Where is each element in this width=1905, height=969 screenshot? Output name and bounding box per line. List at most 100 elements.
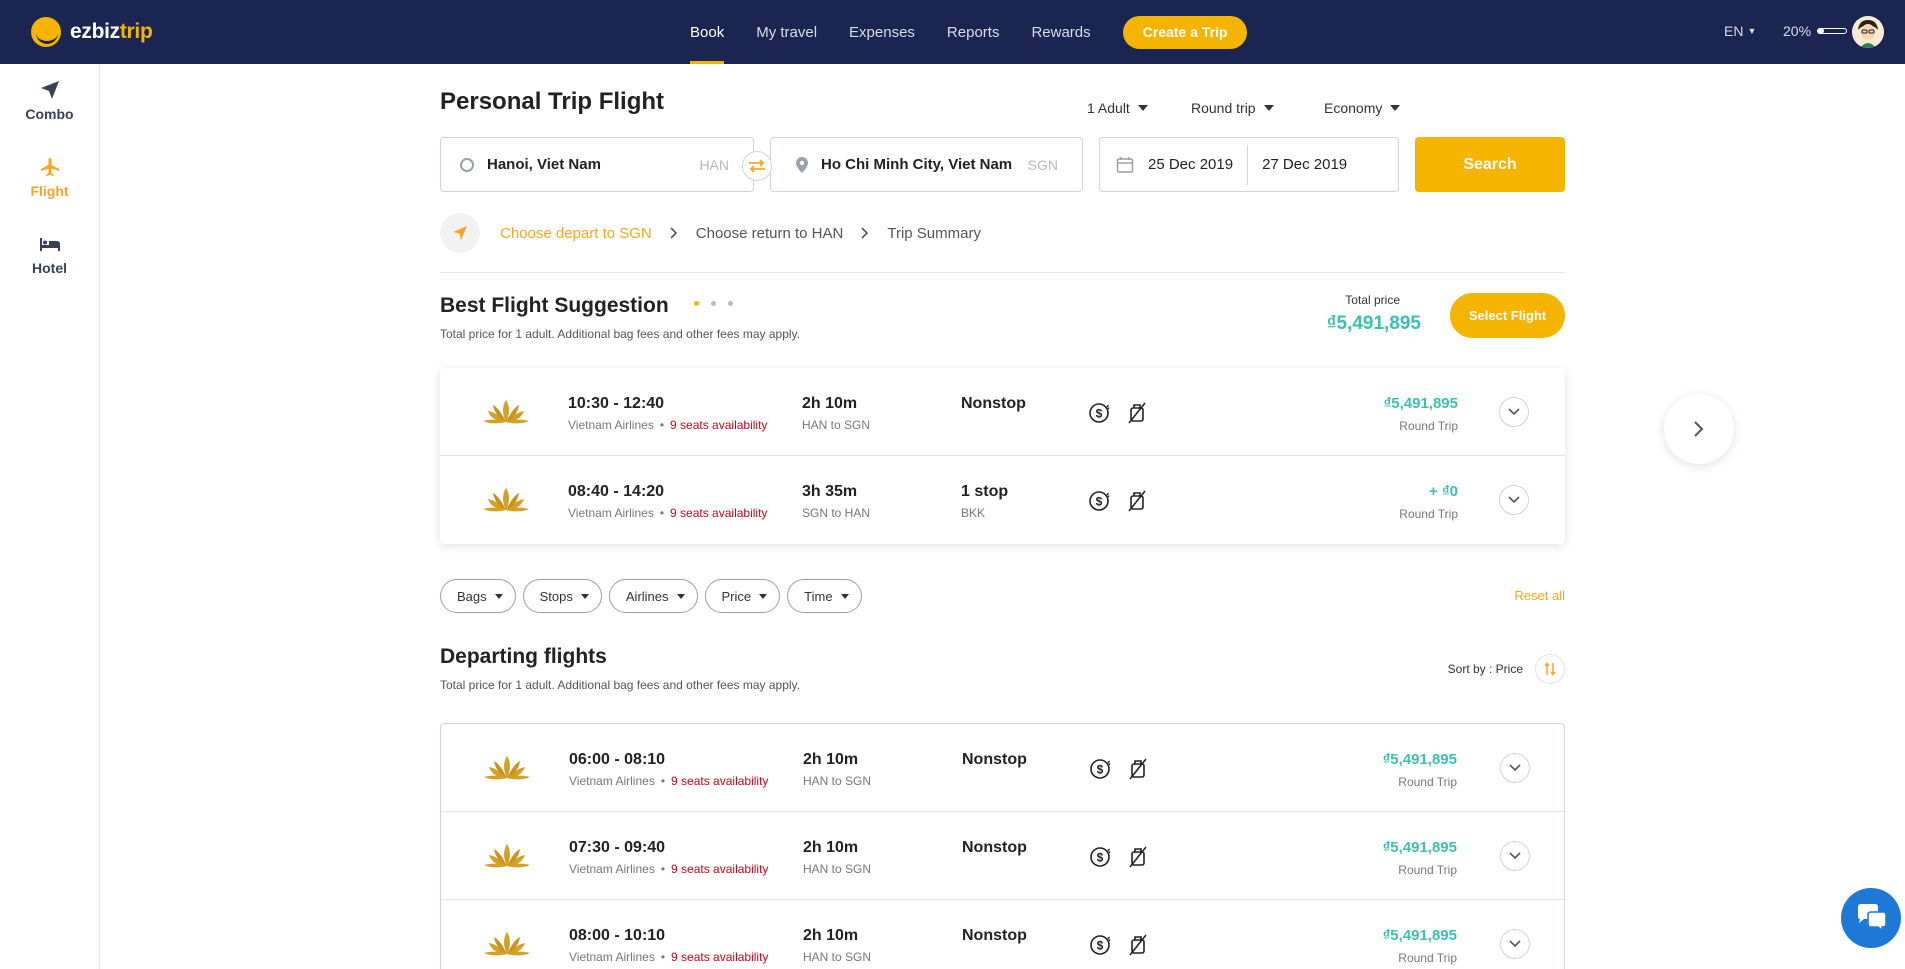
- filter-airlines[interactable]: Airlines: [608, 579, 698, 613]
- depart-date[interactable]: 25 Dec 2019: [1148, 156, 1233, 173]
- chat-support-button[interactable]: [1841, 888, 1901, 948]
- destination-field[interactable]: Ho Chi Minh City, Viet Nam SGN: [770, 137, 1083, 192]
- navigation-arrow-icon: [453, 226, 467, 240]
- location-pin-icon: [796, 156, 808, 173]
- expand-details-button[interactable]: [1500, 841, 1530, 871]
- brand-name-part1: ezbiz: [70, 20, 120, 43]
- filter-label: Bags: [457, 588, 487, 604]
- no-baggage-icon: [1129, 934, 1147, 956]
- separator-dot: •: [660, 774, 666, 788]
- flight-row[interactable]: 10:30 - 12:40 Vietnam Airlines • 9 seats a…: [440, 368, 1565, 456]
- filter-label: Stops: [539, 588, 573, 604]
- sort-control: Sort by : Price: [1448, 654, 1565, 684]
- origin-value: Hanoi, Viet Nam: [487, 156, 601, 173]
- nav-rewards[interactable]: Rewards: [1031, 0, 1090, 64]
- flight-route: HAN to SGN: [803, 862, 872, 876]
- passengers-select[interactable]: 1 Adult: [1087, 100, 1148, 116]
- refundable-money-icon: $: [1089, 491, 1110, 511]
- step-return[interactable]: Choose return to HAN: [696, 225, 844, 242]
- brand-logo[interactable]: ezbiztrip: [31, 17, 153, 47]
- carousel-dot[interactable]: [711, 301, 716, 306]
- brand-name: ezbiztrip: [70, 20, 153, 44]
- progress-bar-fill: [1818, 29, 1824, 33]
- flight-route: SGN to HAN: [802, 506, 871, 520]
- date-range-field[interactable]: 25 Dec 2019 27 Dec 2019: [1099, 137, 1399, 192]
- no-baggage-icon: [1128, 490, 1146, 512]
- search-button[interactable]: Search: [1415, 137, 1565, 192]
- departing-flights-list: 06:00 - 08:10 Vietnam Airlines • 9 seats a…: [440, 723, 1565, 969]
- flight-stops: Nonstop: [961, 395, 1026, 412]
- reset-all-link[interactable]: Reset all: [1514, 588, 1565, 603]
- carousel-dot[interactable]: [728, 301, 733, 306]
- vietnam-airlines-lotus-icon: [484, 932, 530, 956]
- avatar[interactable]: [1852, 16, 1884, 48]
- flight-time: 10:30 - 12:40: [568, 395, 665, 412]
- seats-availability: 9 seats availability: [671, 950, 769, 964]
- destination-value: Ho Chi Minh City, Viet Nam: [821, 156, 1013, 173]
- separator-dot: •: [660, 862, 666, 876]
- filter-stops[interactable]: Stops: [522, 579, 602, 613]
- carousel-next-button[interactable]: [1664, 394, 1734, 464]
- nav-my-travel[interactable]: My travel: [756, 0, 817, 64]
- nav-reports[interactable]: Reports: [947, 0, 1000, 64]
- sidebar-item-hotel[interactable]: Hotel: [0, 234, 99, 276]
- filter-price[interactable]: Price: [704, 579, 781, 613]
- flight-price: + ₫0: [1429, 483, 1458, 500]
- flight-stops: Nonstop: [962, 927, 1027, 944]
- caret-down-icon: [840, 593, 849, 599]
- trip-type-value: Round trip: [1191, 100, 1256, 116]
- flight-duration: 2h 10m: [803, 751, 859, 768]
- filter-time[interactable]: Time: [787, 579, 862, 613]
- seats-availability: 9 seats availability: [670, 418, 768, 432]
- nav-expenses[interactable]: Expenses: [849, 0, 915, 64]
- departing-flights-title: Departing flights: [440, 645, 607, 668]
- flight-time: 06:00 - 08:10: [569, 751, 666, 768]
- sidebar-label-flight: Flight: [30, 183, 69, 199]
- total-price-label: Total price: [1345, 293, 1400, 307]
- price-type: Round Trip: [1399, 419, 1458, 433]
- sidebar-item-flight[interactable]: Flight: [0, 157, 99, 199]
- expand-details-button[interactable]: [1500, 929, 1530, 959]
- carousel-dot[interactable]: [694, 301, 699, 306]
- step-summary[interactable]: Trip Summary: [887, 225, 981, 242]
- filter-bar: Bags Stops Airlines Price Time: [440, 579, 869, 613]
- vietnam-airlines-lotus-icon: [483, 488, 529, 512]
- carousel-dots[interactable]: [694, 301, 745, 306]
- chevron-down-icon: [1509, 764, 1521, 772]
- svg-text:$: $: [1097, 939, 1104, 953]
- select-flight-button[interactable]: Select Flight: [1450, 293, 1565, 338]
- flight-row[interactable]: 06:00 - 08:10 Vietnam Airlines • 9 seats a…: [441, 724, 1564, 812]
- flight-row[interactable]: 08:00 - 10:10 Vietnam Airlines • 9 seats a…: [441, 900, 1564, 969]
- svg-text:$: $: [1097, 763, 1104, 777]
- chevron-down-icon: [1509, 940, 1521, 948]
- origin-field[interactable]: Hanoi, Viet Nam HAN: [440, 137, 754, 192]
- flight-row[interactable]: 07:30 - 09:40 Vietnam Airlines • 9 seats a…: [441, 812, 1564, 900]
- swap-arrows-icon: [749, 159, 765, 173]
- flight-row[interactable]: 08:40 - 14:20 Vietnam Airlines • 9 seats a…: [440, 456, 1565, 544]
- sort-toggle-button[interactable]: [1535, 654, 1565, 684]
- flight-airline: Vietnam Airlines • 9 seats availability: [568, 506, 767, 520]
- sidebar-item-combo[interactable]: Combo: [0, 80, 99, 122]
- airline-name: Vietnam Airlines: [568, 418, 654, 432]
- flight-duration: 2h 10m: [803, 839, 859, 856]
- expand-details-button[interactable]: [1499, 485, 1529, 515]
- expand-details-button[interactable]: [1499, 397, 1529, 427]
- flight-price: ₫5,491,895: [1382, 927, 1457, 944]
- cabin-class-select[interactable]: Economy: [1324, 100, 1401, 116]
- filter-bags[interactable]: Bags: [440, 579, 516, 613]
- no-baggage-icon: [1129, 758, 1147, 780]
- step-depart[interactable]: Choose depart to SGN: [500, 225, 652, 242]
- cabin-class-value: Economy: [1324, 100, 1383, 116]
- trip-type-select[interactable]: Round trip: [1191, 100, 1274, 116]
- swap-button[interactable]: [742, 151, 772, 181]
- expand-details-button[interactable]: [1500, 753, 1530, 783]
- language-selector[interactable]: EN ▼: [1724, 23, 1756, 39]
- create-trip-button[interactable]: Create a Trip: [1122, 15, 1248, 49]
- nav-book[interactable]: Book: [690, 0, 725, 64]
- refundable-money-icon: $: [1090, 759, 1111, 779]
- caret-down-icon: [1137, 105, 1148, 111]
- brand-name-part2: trip: [119, 20, 153, 43]
- chevron-down-icon: ▼: [1747, 26, 1757, 36]
- return-date[interactable]: 27 Dec 2019: [1262, 156, 1347, 173]
- date-divider: [1247, 144, 1249, 185]
